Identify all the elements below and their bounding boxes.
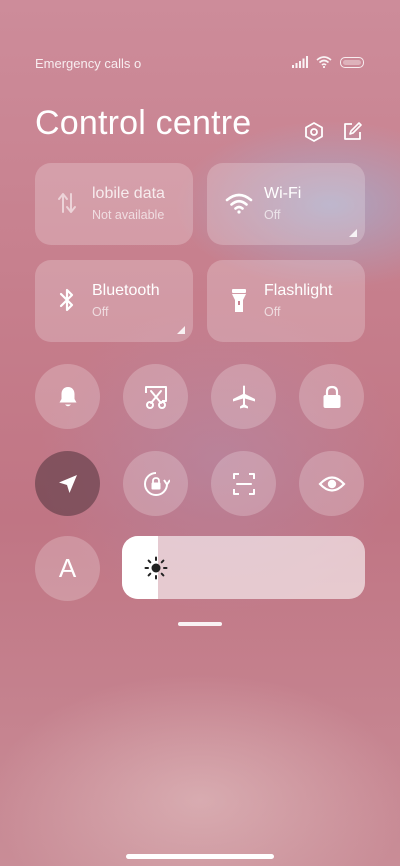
tile-state: Off	[92, 305, 109, 319]
bluetooth-tile[interactable]: Bluetooth Off	[35, 260, 193, 342]
scanner-toggle[interactable]	[211, 451, 276, 516]
rotation-lock-toggle[interactable]	[123, 451, 188, 516]
screenshot-toggle[interactable]	[123, 364, 188, 429]
bluetooth-icon	[53, 284, 81, 316]
location-icon	[58, 474, 77, 493]
battery-icon	[340, 56, 364, 68]
airplane-icon	[232, 385, 255, 408]
edit-button[interactable]	[340, 120, 364, 144]
home-indicator[interactable]	[126, 854, 274, 859]
eye-icon	[318, 475, 345, 492]
airplane-mode-toggle[interactable]	[211, 364, 276, 429]
rotation-lock-icon	[143, 471, 170, 496]
edit-icon	[344, 122, 362, 140]
expand-corner-icon	[349, 229, 357, 237]
flashlight-tile[interactable]: Flashlight Off	[207, 260, 365, 342]
wifi-tile[interactable]: Wi-Fi Off	[207, 163, 365, 245]
expand-corner-icon	[177, 326, 185, 334]
tile-label: Wi-Fi	[264, 185, 302, 202]
settings-icon	[305, 122, 323, 142]
wifi-icon	[225, 187, 253, 219]
page-title: Control centre	[35, 104, 252, 142]
tile-label: lobile data	[92, 185, 165, 202]
wifi-icon	[316, 56, 332, 68]
status-icons	[292, 56, 364, 68]
signal-icon	[292, 56, 308, 68]
auto-brightness-label: A	[58, 553, 77, 583]
tile-state: Not available	[92, 208, 165, 222]
bell-icon	[59, 386, 76, 406]
auto-brightness-toggle[interactable]: A	[35, 536, 100, 601]
lock-icon	[323, 385, 340, 408]
brightness-icon	[144, 556, 168, 580]
status-bar: Emergency calls o	[0, 52, 400, 76]
brightness-slider[interactable]	[122, 536, 365, 599]
carrier-status-text: Emergency calls o	[35, 56, 142, 71]
tile-label: Flashlight	[264, 282, 333, 299]
tile-state: Off	[264, 208, 281, 222]
mobile-data-tile[interactable]: lobile data Not available	[35, 163, 193, 245]
silent-toggle[interactable]	[35, 364, 100, 429]
lock-screen-toggle[interactable]	[299, 364, 364, 429]
tile-state: Off	[264, 305, 281, 319]
reading-mode-toggle[interactable]	[299, 451, 364, 516]
settings-button[interactable]	[302, 120, 326, 144]
scanner-icon	[232, 472, 255, 495]
flashlight-icon	[225, 284, 253, 316]
location-toggle[interactable]	[35, 451, 100, 516]
screenshot-icon	[144, 385, 167, 409]
mobile-data-icon	[53, 187, 81, 219]
tile-label: Bluetooth	[92, 282, 160, 299]
panel-handle[interactable]	[178, 622, 222, 626]
